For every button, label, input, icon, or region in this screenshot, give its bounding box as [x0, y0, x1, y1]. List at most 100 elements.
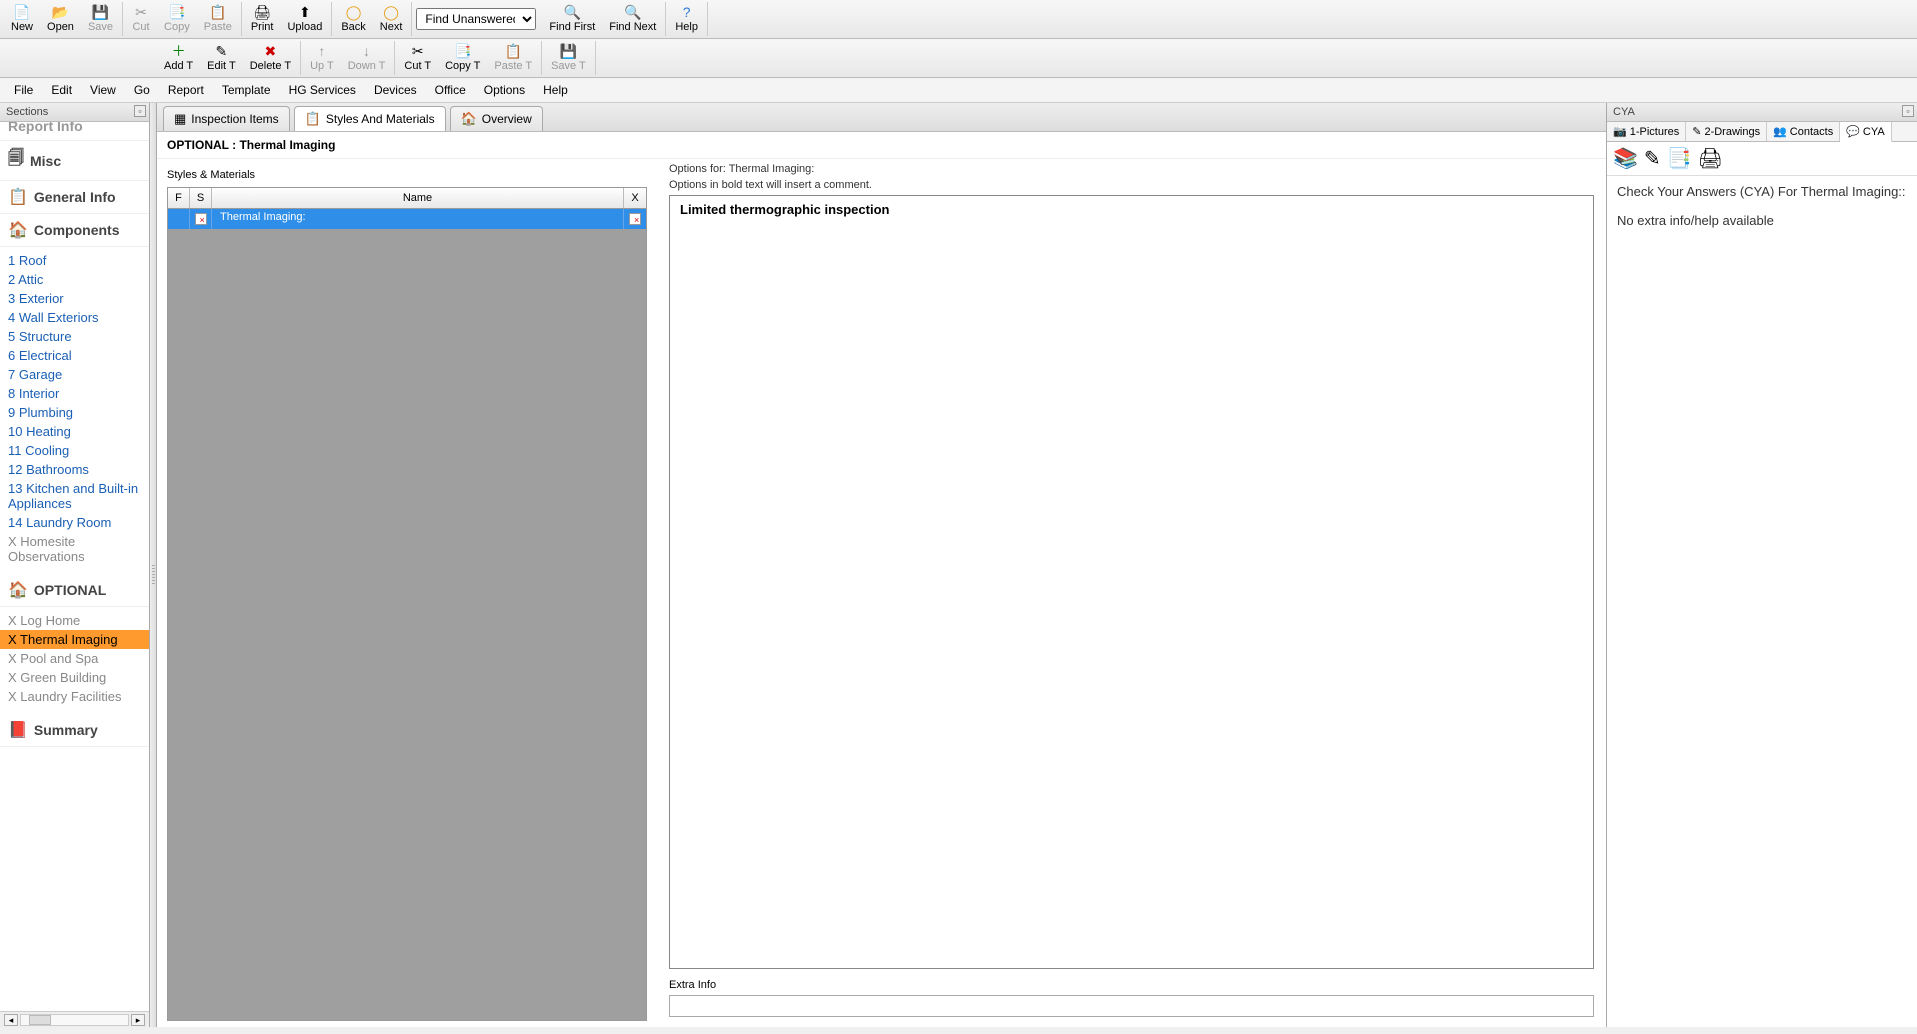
find-first-icon: 🔍	[564, 5, 581, 21]
panel-splitter[interactable]	[150, 103, 157, 1027]
item-homesite[interactable]: X Homesite Observations	[8, 532, 141, 566]
x-icon[interactable]: ×	[629, 213, 641, 225]
tab-overview[interactable]: 🏠Overview	[450, 106, 543, 131]
cya-title: CYA▫	[1607, 103, 1917, 122]
scroll-right-icon[interactable]: ▸	[131, 1014, 145, 1026]
find-next-button[interactable]: 🔍Find Next	[602, 2, 663, 36]
cut-button[interactable]: ✂Cut	[125, 2, 157, 36]
section-summary[interactable]: 📕Summary	[0, 714, 149, 747]
item-heating[interactable]: 10 Heating	[8, 422, 141, 441]
row-delete-right[interactable]: ×	[624, 209, 646, 229]
add-t-button[interactable]: ＋Add T	[157, 41, 200, 75]
section-components[interactable]: 🏠Components	[0, 214, 149, 247]
col-s[interactable]: S	[190, 188, 212, 208]
item-kitchen[interactable]: 13 Kitchen and Built-in Appliances	[8, 479, 141, 513]
books-icon[interactable]: 📚	[1613, 146, 1638, 171]
paste-t-button[interactable]: 📋Paste T	[487, 41, 539, 75]
opt-pool-spa[interactable]: X Pool and Spa	[8, 649, 141, 668]
col-f[interactable]: F	[168, 188, 190, 208]
tab-styles-materials[interactable]: 📋Styles And Materials	[294, 106, 446, 131]
x-icon[interactable]: ×	[195, 213, 207, 225]
delete-t-button[interactable]: ✖Delete T	[243, 41, 298, 75]
menu-devices[interactable]: Devices	[366, 81, 425, 99]
find-next-icon: 🔍	[624, 5, 641, 21]
home-icon: 🏠	[8, 220, 28, 240]
find-mode-select[interactable]: Find Unanswered	[416, 8, 536, 30]
item-wall-exteriors[interactable]: 4 Wall Exteriors	[8, 308, 141, 327]
opt-thermal-imaging[interactable]: X Thermal Imaging	[0, 630, 149, 649]
save-t-button[interactable]: 💾Save T	[544, 41, 593, 75]
menu-hg-services[interactable]: HG Services	[281, 81, 364, 99]
menu-go[interactable]: Go	[126, 81, 158, 99]
upload-button[interactable]: ⬆Upload	[280, 2, 329, 36]
options-area: Options for: Thermal Imaging: Options in…	[657, 159, 1606, 1027]
scroll-left-icon[interactable]: ◂	[4, 1014, 18, 1026]
menu-office[interactable]: Office	[427, 81, 474, 99]
item-bathrooms[interactable]: 12 Bathrooms	[8, 460, 141, 479]
copy-t-button[interactable]: 📑Copy T	[438, 41, 487, 75]
menu-file[interactable]: File	[6, 81, 41, 99]
section-report-info[interactable]: Report Info	[0, 122, 149, 141]
h-scrollbar[interactable]: ◂ ▸	[0, 1011, 149, 1027]
menu-template[interactable]: Template	[214, 81, 279, 99]
popout-icon[interactable]: ▫	[1902, 105, 1914, 117]
next-button[interactable]: ◯Next	[373, 2, 410, 36]
grid-icon: ▦	[174, 111, 186, 127]
open-button[interactable]: 📂Open	[40, 2, 81, 36]
find-first-button[interactable]: 🔍Find First	[542, 2, 602, 36]
copy-icon[interactable]: 📑	[1667, 146, 1692, 171]
rtab-contacts[interactable]: 👥Contacts	[1767, 122, 1840, 141]
extra-info-input[interactable]	[669, 995, 1594, 1017]
paste-button[interactable]: 📋Paste	[197, 2, 239, 36]
copy-button[interactable]: 📑Copy	[157, 2, 197, 36]
add-icon: ＋	[172, 44, 186, 60]
delete-icon: ✖	[265, 44, 277, 60]
opt-log-home[interactable]: X Log Home	[8, 611, 141, 630]
opt-green-building[interactable]: X Green Building	[8, 668, 141, 687]
row-delete-left[interactable]: ×	[190, 209, 212, 229]
save-button[interactable]: 💾Save	[81, 2, 120, 36]
item-roof[interactable]: 1 Roof	[8, 251, 141, 270]
col-name[interactable]: Name	[212, 188, 624, 208]
opt-laundry-facilities[interactable]: X Laundry Facilities	[8, 687, 141, 706]
print-button[interactable]: 🖨Print	[244, 2, 281, 36]
item-laundry[interactable]: 14 Laundry Room	[8, 513, 141, 532]
new-button[interactable]: 📄New	[4, 2, 40, 36]
popout-icon[interactable]: ▫	[134, 105, 146, 117]
item-structure[interactable]: 5 Structure	[8, 327, 141, 346]
print-icon[interactable]: 🖨	[1698, 146, 1723, 171]
cut-t-button[interactable]: ✂Cut T	[397, 41, 438, 75]
back-button[interactable]: ◯Back	[334, 2, 372, 36]
grid-row-thermal[interactable]: × Thermal Imaging: ×	[168, 209, 646, 229]
pencil-icon: ✎	[1692, 125, 1701, 138]
down-t-button[interactable]: ↓Down T	[341, 41, 393, 75]
tab-inspection-items[interactable]: ▦Inspection Items	[163, 106, 290, 131]
menu-report[interactable]: Report	[160, 81, 212, 99]
edit-icon[interactable]: ✎	[1644, 146, 1661, 171]
item-cooling[interactable]: 11 Cooling	[8, 441, 141, 460]
item-garage[interactable]: 7 Garage	[8, 365, 141, 384]
options-list[interactable]: Limited thermographic inspection	[669, 195, 1594, 969]
help-button[interactable]: ?Help	[668, 2, 705, 36]
menu-options[interactable]: Options	[476, 81, 533, 99]
edit-t-button[interactable]: ✎Edit T	[200, 41, 243, 75]
rtab-cya[interactable]: 💬CYA	[1840, 122, 1892, 142]
rtab-drawings[interactable]: ✎2-Drawings	[1686, 122, 1767, 141]
item-exterior[interactable]: 3 Exterior	[8, 289, 141, 308]
up-t-button[interactable]: ↑Up T	[303, 41, 341, 75]
menu-help[interactable]: Help	[535, 81, 576, 99]
option-limited-thermo[interactable]: Limited thermographic inspection	[680, 202, 1583, 217]
rtab-pictures[interactable]: 📷1-Pictures	[1607, 122, 1686, 141]
item-electrical[interactable]: 6 Electrical	[8, 346, 141, 365]
item-attic[interactable]: 2 Attic	[8, 270, 141, 289]
menu-view[interactable]: View	[82, 81, 124, 99]
item-interior[interactable]: 8 Interior	[8, 384, 141, 403]
section-general-info[interactable]: 📋General Info	[0, 181, 149, 214]
col-x[interactable]: X	[624, 188, 646, 208]
menu-edit[interactable]: Edit	[43, 81, 80, 99]
section-optional[interactable]: 🏠OPTIONAL	[0, 574, 149, 607]
item-plumbing[interactable]: 9 Plumbing	[8, 403, 141, 422]
styles-subhead: Styles & Materials	[167, 165, 647, 187]
styles-grid-area: Styles & Materials F S Name X × Thermal …	[157, 159, 657, 1027]
section-misc[interactable]: 🗐Misc	[0, 141, 149, 181]
